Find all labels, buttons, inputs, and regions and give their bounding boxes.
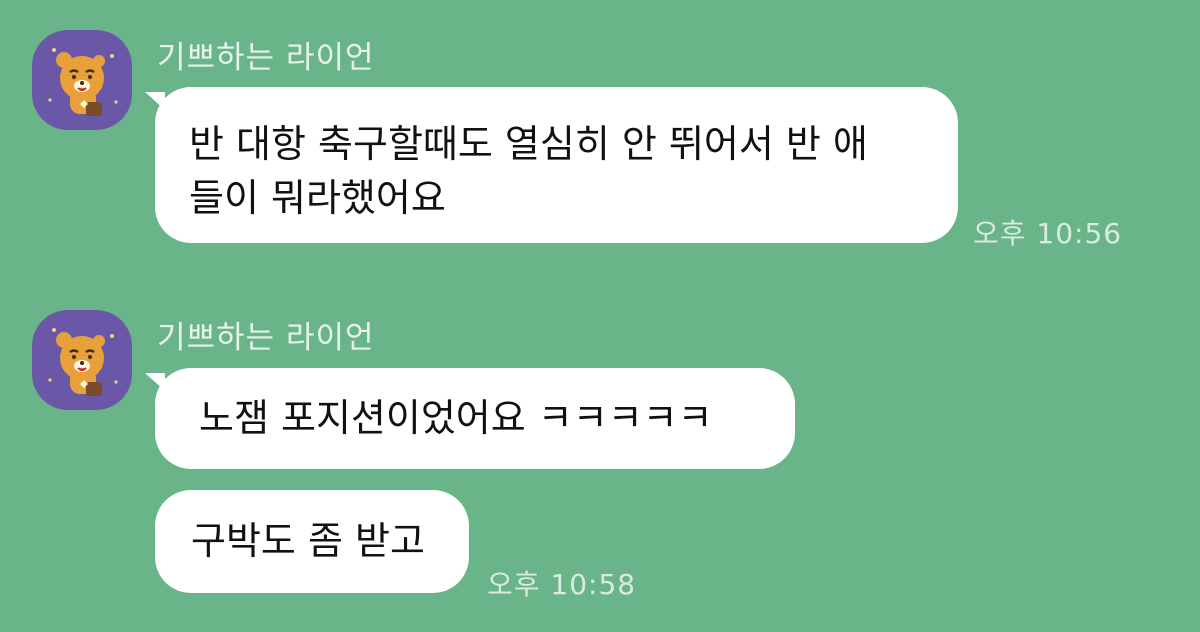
message-text-line: 들이 뭐라했어요	[189, 176, 446, 220]
avatar[interactable]	[32, 30, 132, 130]
message-timestamp: 오후 10:58	[487, 568, 637, 601]
message-bubble[interactable]: 구박도 좀 받고	[155, 490, 469, 593]
message-bubble[interactable]: 반 대항 축구할때도 열심히 안 뛰어서 반 애 들이 뭐라했어요	[155, 87, 958, 243]
ryan-character-icon	[48, 48, 118, 116]
message-text-line: 노잼 포지션이었어요 ㅋㅋㅋㅋㅋ	[199, 396, 713, 440]
message-bubble[interactable]: 노잼 포지션이었어요 ㅋㅋㅋㅋㅋ	[155, 368, 795, 469]
message-timestamp: 오후 10:56	[973, 217, 1123, 250]
message-text-line: 구박도 좀 받고	[191, 519, 425, 563]
sender-name: 기쁘하는 라이언	[157, 320, 375, 356]
avatar[interactable]	[32, 310, 132, 410]
sender-name: 기쁘하는 라이언	[157, 40, 375, 76]
ryan-character-icon	[48, 328, 118, 396]
message-text-line: 반 대항 축구할때도 열심히 안 뛰어서 반 애	[189, 122, 868, 166]
